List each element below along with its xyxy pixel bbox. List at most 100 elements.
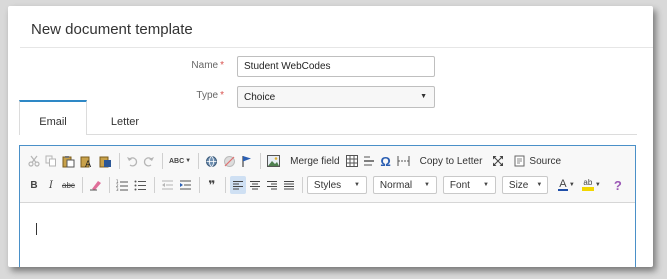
source-icon (514, 155, 525, 167)
outdent-icon[interactable] (159, 176, 176, 194)
undo-icon[interactable] (124, 152, 140, 170)
tab-letter[interactable]: Letter (95, 100, 155, 133)
link-icon[interactable] (203, 152, 220, 170)
page-break-icon[interactable] (395, 152, 412, 170)
toolbar-separator (108, 177, 110, 193)
copy-to-letter-label: Copy to Letter (419, 155, 483, 167)
text-cursor (36, 223, 37, 235)
strikethrough-button[interactable]: abc (60, 176, 77, 194)
image-icon[interactable] (265, 152, 282, 170)
toolbar-row-2: B I abc 123 ❞ Styles ▼ Normal ▼ Font ▼ S… (26, 174, 627, 196)
chevron-down-icon: ▼ (420, 93, 427, 100)
svg-text:A: A (85, 160, 92, 168)
align-justify-icon[interactable] (281, 176, 297, 194)
omega-glyph: Ω (380, 153, 391, 169)
title-divider (20, 47, 653, 48)
numbered-list-icon[interactable]: 123 (114, 176, 131, 194)
chevron-down-icon: ▼ (423, 182, 430, 188)
dialog-title: New document template (31, 21, 193, 38)
rich-text-editor: A ABC ▼ Merge field Ω Copy to Letter Sou… (19, 145, 636, 267)
maximize-icon[interactable] (490, 152, 506, 170)
toolbar-separator (153, 177, 155, 193)
table-icon[interactable] (344, 152, 360, 170)
italic-button[interactable]: I (43, 176, 59, 194)
toolbar-separator (224, 177, 226, 193)
copy-icon[interactable] (43, 152, 59, 170)
toolbar-separator (198, 177, 200, 193)
text-color-button[interactable]: A ▼ (556, 176, 577, 194)
redo-icon[interactable] (141, 152, 157, 170)
toolbar-separator (260, 153, 262, 169)
format-dropdown-label: Normal (379, 179, 413, 191)
align-center-icon[interactable] (247, 176, 263, 194)
chevron-down-icon: ▼ (185, 158, 192, 164)
blockquote-glyph: ❞ (208, 178, 216, 192)
name-label: Name * (191, 60, 224, 71)
source-label: Source (529, 155, 562, 167)
font-dropdown[interactable]: Font ▼ (442, 176, 496, 194)
text-color-glyph: A (559, 177, 567, 190)
toolbar-separator (198, 153, 200, 169)
name-label-wrap: Name * (8, 56, 224, 78)
paste-text-icon[interactable]: A (78, 152, 96, 170)
blockquote-icon[interactable]: ❞ (204, 176, 220, 194)
unlink-icon[interactable] (221, 152, 238, 170)
toolbar-separator (81, 177, 83, 193)
chevron-down-icon: ▼ (536, 182, 543, 188)
format-dropdown[interactable]: Normal ▼ (372, 176, 437, 194)
indent-icon[interactable] (177, 176, 194, 194)
name-input[interactable] (237, 56, 435, 77)
highlight-swatch (581, 187, 594, 191)
toolbar-separator (162, 153, 163, 169)
help-glyph: ? (613, 177, 622, 193)
align-right-icon[interactable] (264, 176, 280, 194)
bold-glyph: B (30, 179, 38, 191)
toolbar-separator (301, 177, 303, 193)
name-row: Name * (8, 56, 653, 78)
tab-email-label: Email (39, 116, 67, 128)
name-required-marker: * (220, 60, 224, 71)
bulleted-list-icon[interactable] (132, 176, 149, 194)
styles-dropdown-label: Styles (313, 179, 342, 191)
tab-bar: Email Letter (19, 100, 637, 135)
spell-check-text: ABC (169, 157, 185, 165)
paste-word-icon[interactable] (97, 152, 114, 170)
text-color-swatch (557, 188, 568, 191)
font-dropdown-label: Font (449, 179, 470, 191)
remove-format-icon[interactable] (87, 176, 104, 194)
bold-button[interactable]: B (26, 176, 42, 194)
editor-content-area[interactable] (20, 203, 635, 267)
dialog: New document template Name* Type* Choice… (8, 6, 653, 267)
source-button[interactable]: Source (511, 152, 564, 170)
tab-letter-label: Letter (110, 116, 140, 128)
highlight-icon: ab (581, 178, 594, 191)
spell-check-icon[interactable]: ABC ▼ (167, 152, 193, 170)
help-icon[interactable]: ? (610, 176, 626, 194)
italic-glyph: I (49, 179, 53, 191)
highlight-glyph: ab (583, 178, 593, 187)
background-color-button[interactable]: ab ▼ (580, 176, 603, 194)
chevron-down-icon: ▼ (568, 182, 575, 188)
strikethrough-glyph: abc (62, 180, 75, 190)
name-label-text: Name (191, 60, 219, 71)
special-char-icon[interactable]: Ω (378, 152, 394, 170)
styles-dropdown[interactable]: Styles ▼ (306, 176, 367, 194)
tab-email[interactable]: Email (19, 100, 87, 135)
toolbar-row-1: A ABC ▼ Merge field Ω Copy to Letter Sou… (26, 150, 565, 172)
svg-text:3: 3 (116, 187, 119, 191)
cut-icon[interactable] (26, 152, 42, 170)
merge-field-button[interactable]: Merge field (287, 152, 342, 170)
text-color-icon: A (557, 177, 568, 191)
chevron-down-icon: ▼ (594, 182, 601, 188)
editor-toolbar: A ABC ▼ Merge field Ω Copy to Letter Sou… (20, 146, 635, 203)
chevron-down-icon: ▼ (353, 182, 360, 188)
paste-icon[interactable] (60, 152, 77, 170)
chevron-down-icon: ▼ (482, 182, 489, 188)
align-left-icon[interactable] (229, 176, 246, 194)
copy-to-letter-button[interactable]: Copy to Letter (417, 152, 486, 170)
merge-field-label: Merge field (290, 155, 340, 167)
anchor-flag-icon[interactable] (239, 152, 255, 170)
size-dropdown-label: Size (508, 179, 529, 191)
horizontal-line-icon[interactable] (361, 152, 377, 170)
size-dropdown[interactable]: Size ▼ (501, 176, 548, 194)
